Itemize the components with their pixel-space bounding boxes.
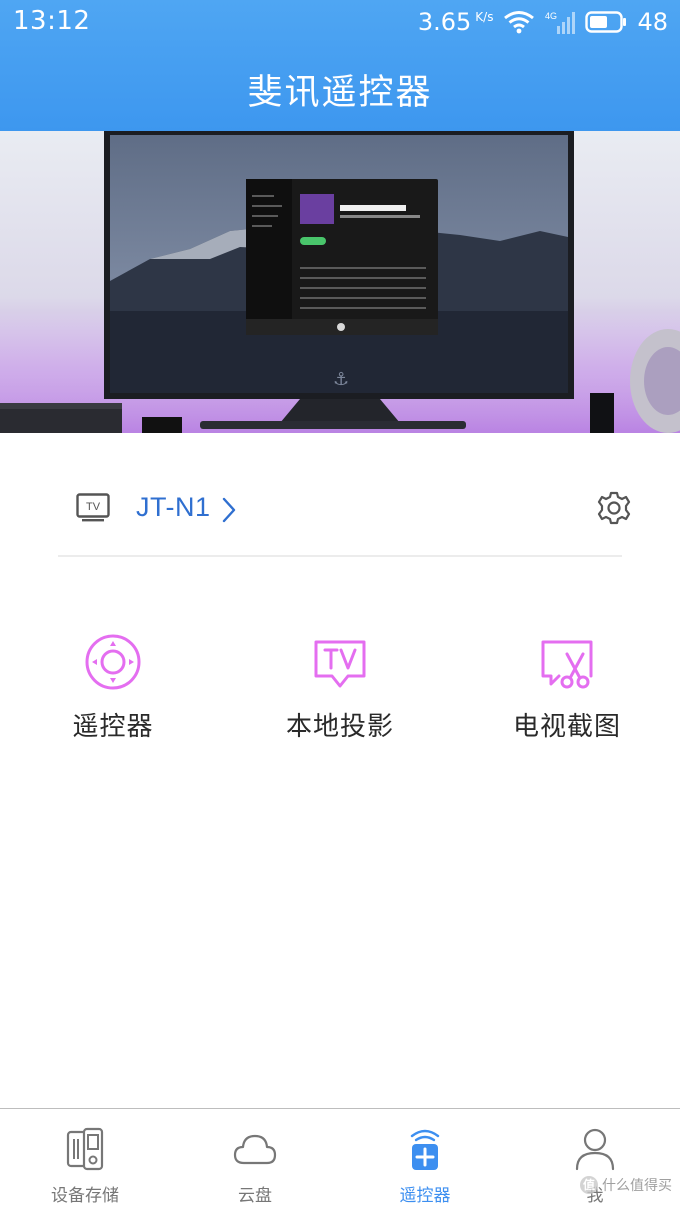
page-title: 斐讯遥控器 [247,73,433,113]
feature-tv-screenshot[interactable]: 电视截图 [477,632,657,743]
battery-level: 48 [637,8,668,36]
remote-dial-icon [85,634,141,690]
tv-icon: TV [76,493,110,522]
app-screen: 13:12 3.65 K/s 4G 48 斐讯遥控器 ⚓ TV JT-N1 遥控… [0,0,680,1209]
feature-tv-screenshot-label: 电视截图 [512,712,621,742]
device-name[interactable]: JT-N1 [136,492,211,523]
nav-item-remote[interactable]: 遥控器 [340,1127,510,1206]
status-time: 13:12 [13,6,91,36]
divider [58,555,622,557]
net-speed: 3.65 K/s [418,8,494,36]
feature-local-projection[interactable]: 本地投影 [250,632,430,743]
nav-label-remote: 遥控器 [399,1186,451,1206]
watermark-badge: 值 [580,1176,598,1194]
signal-icon: 4G [545,11,576,34]
hero-banner: ⚓ [0,131,680,433]
status-right: 3.65 K/s 4G 48 [418,6,668,38]
cloud-icon [233,1134,277,1165]
storage-icon [66,1127,104,1171]
nav-item-storage[interactable]: 设备存储 [0,1127,170,1206]
tv-mountain-photo: ⚓ [0,131,680,433]
screenshot-scissors-icon [541,640,593,689]
app-header: 13:12 3.65 K/s 4G 48 斐讯遥控器 [0,0,680,131]
net-speed-unit: K/s [475,10,494,24]
net-speed-value: 3.65 [417,8,472,36]
gear-icon[interactable] [596,490,632,526]
device-selector[interactable]: TV JT-N1 [58,480,631,540]
signal-type: 4G [545,11,557,21]
tv-cast-icon [314,640,366,688]
remote-icon [410,1129,440,1170]
watermark: 值 什么值得买 [580,1175,672,1195]
status-bar: 13:12 3.65 K/s 4G 48 [0,0,680,44]
feature-remote-label: 遥控器 [72,712,154,742]
feature-remote[interactable]: 遥控器 [23,632,203,743]
chevron-right-icon[interactable] [221,497,237,523]
user-icon [575,1128,615,1171]
nav-item-cloud[interactable]: 云盘 [170,1127,340,1206]
tv-icon-label: TV [86,501,101,513]
nav-label-cloud: 云盘 [238,1186,272,1206]
watermark-text: 什么值得买 [602,1178,672,1194]
svg-text:⚓: ⚓ [333,369,349,390]
nav-label-storage: 设备存储 [51,1186,119,1206]
wifi-icon [504,11,535,34]
battery-icon [585,11,627,33]
bottom-nav: 设备存储 云盘 遥控器 我 值 什么值得买 [0,1108,680,1209]
feature-local-projection-label: 本地投影 [285,712,394,742]
